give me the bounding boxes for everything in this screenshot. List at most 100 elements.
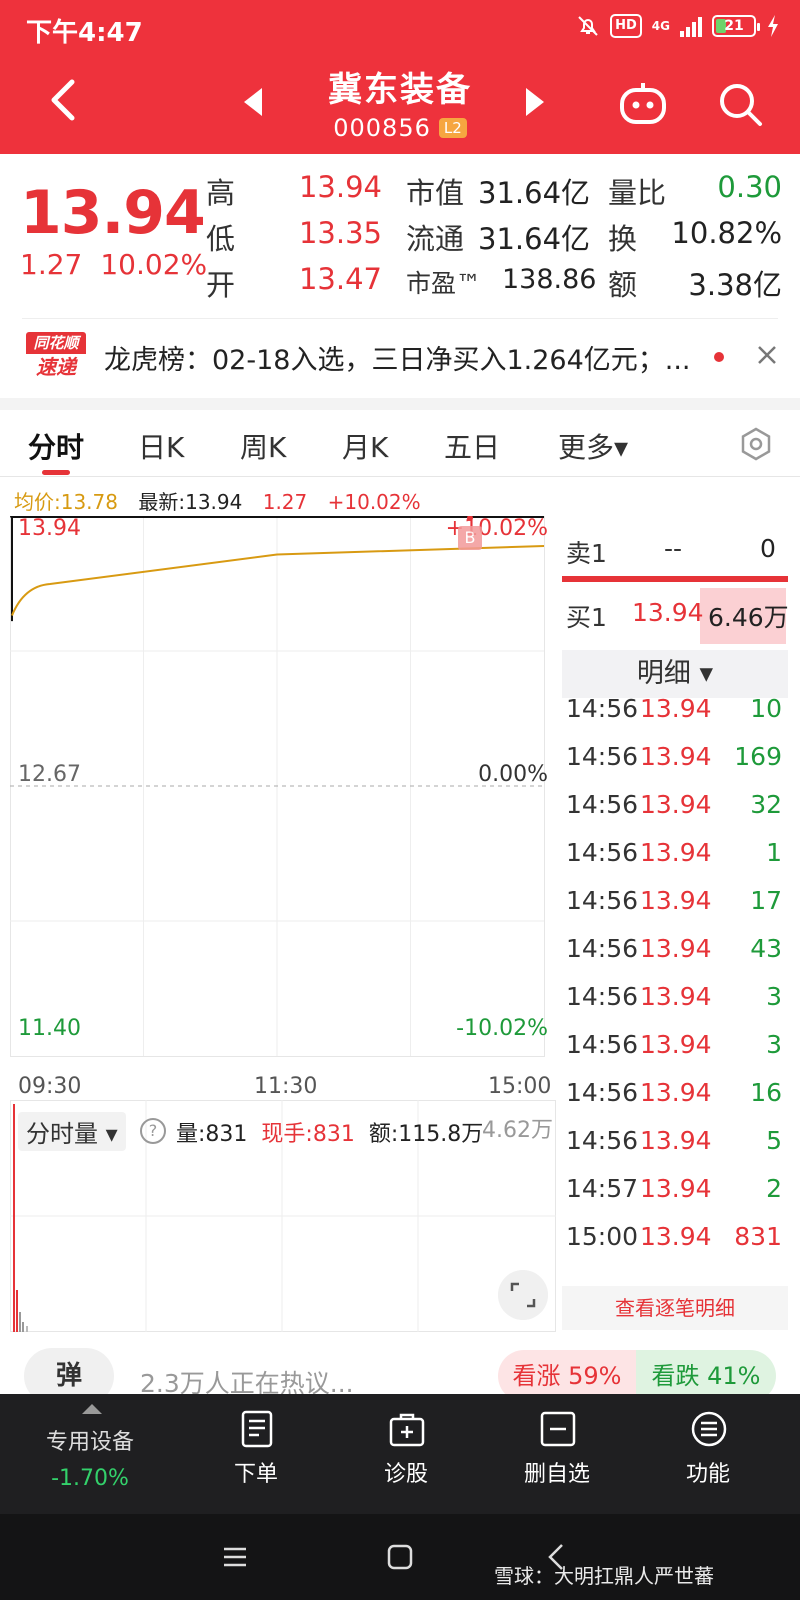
volume-amount: 额:115.8万 [368, 1122, 484, 1147]
tab-intraday[interactable]: 分时 [28, 426, 84, 466]
time-mid-label: 11:30 [254, 1074, 318, 1099]
medical-kit-icon [389, 1413, 425, 1447]
tab-monthly-k[interactable]: 月K [342, 426, 388, 466]
tick-row: 14:57 13.94 2 [566, 1174, 786, 1214]
turnover-value: 10.82% [671, 216, 782, 250]
tick-price: 13.94 [640, 838, 712, 867]
volume-max-label: 4.62万 [482, 1118, 553, 1143]
tick-time: 14:56 [566, 1030, 639, 1059]
volume-type-dropdown[interactable]: 分时量 ▾ [18, 1112, 126, 1151]
ths-news-logo: 同花顺 速递 [26, 332, 86, 380]
view-tick-detail-link[interactable]: 查看逐笔明细 [562, 1286, 788, 1330]
tick-price: 13.94 [640, 1222, 712, 1251]
mute-bell-icon [576, 14, 600, 38]
fullscreen-expand-icon[interactable] [498, 1270, 548, 1320]
watermark: 雪球：大明扛鼎人严世蕃 [494, 1564, 714, 1588]
low-label: 低 [206, 222, 236, 256]
amount-value: 3.38亿 [688, 268, 782, 302]
detail-dropdown[interactable]: 明细 ▾ [562, 650, 788, 698]
robot-assistant-icon[interactable] [618, 80, 668, 126]
high-value: 13.94 [298, 170, 382, 204]
tick-volume: 32 [750, 790, 782, 819]
news-text[interactable]: 龙虎榜：02-18入选，三日净买入1.264亿元；... [104, 338, 704, 377]
price-bottom-label: 11.40 [18, 1016, 81, 1041]
tick-price: 13.94 [640, 1078, 712, 1107]
tick-volume: 2 [766, 1174, 782, 1203]
buy1-price: 13.94 [632, 598, 704, 627]
tab-daily-k[interactable]: 日K [138, 426, 184, 466]
time-end-label: 15:00 [488, 1074, 552, 1099]
volume-qty: 量:831 [176, 1122, 248, 1147]
price-top-label: 13.94 [18, 516, 81, 541]
tick-time: 14:57 [566, 1174, 639, 1203]
home-icon[interactable] [383, 1540, 417, 1574]
volume-ratio-label: 量比 [608, 176, 667, 210]
tab-five-day[interactable]: 五日 [444, 426, 500, 466]
menu-icon[interactable] [218, 1540, 252, 1574]
pct-bottom-label: -10.02% [456, 1016, 548, 1041]
next-stock-button[interactable] [522, 86, 548, 118]
tick-row: 14:56 13.94 1 [566, 838, 786, 878]
tick-time: 15:00 [566, 1222, 639, 1251]
tab-more[interactable]: 更多▾ [558, 426, 628, 466]
status-time: 下午4:47 [26, 18, 143, 48]
time-start-label: 09:30 [18, 1074, 82, 1099]
sector-label: 专用设备 [45, 1430, 134, 1455]
close-icon[interactable] [752, 340, 782, 370]
float-cap-label: 流通 [406, 222, 465, 256]
news-banner[interactable]: 同花顺 速递 龙虎榜：02-18入选，三日净买入1.264亿元；... [0, 318, 800, 396]
sell1-label: 卖1 [566, 539, 607, 568]
intraday-chart[interactable]: 13.94 +10.02% 12.67 0.00% 11.40 -10.02% … [10, 516, 556, 1068]
pct-mid-label: 0.00% [478, 762, 548, 787]
diagnose-label: 诊股 [383, 1462, 428, 1487]
tick-volume: 169 [734, 742, 782, 771]
tab-weekly-k[interactable]: 周K [240, 426, 286, 466]
search-icon[interactable] [716, 80, 764, 128]
help-icon[interactable]: ? [140, 1118, 166, 1144]
tick-time: 14:56 [566, 1126, 639, 1155]
tick-volume: 3 [766, 1030, 782, 1059]
tick-row: 14:56 13.94 16 [566, 1078, 786, 1118]
stock-detail-screen: 下午4:47 HD 4G 21 冀东装备 000856 L2 13.94 1.2… [0, 0, 800, 1600]
sector-button[interactable]: 专用设备 -1.70% [20, 1394, 160, 1514]
tick-time: 14:56 [566, 838, 639, 867]
diagnose-stock-button[interactable]: 诊股 [346, 1394, 466, 1514]
tick-row: 14:56 13.94 17 [566, 886, 786, 926]
section-gap [0, 398, 800, 410]
minus-square-icon [540, 1411, 576, 1447]
tick-row: 14:56 13.94 43 [566, 934, 786, 974]
volume-ratio-value: 0.30 [717, 170, 782, 204]
tick-row: 14:56 13.94 169 [566, 742, 786, 782]
menu-circle-icon [691, 1411, 727, 1447]
status-bar-icons: HD 4G 21 [576, 14, 780, 38]
tick-volume: 17 [750, 886, 782, 915]
tick-volume: 831 [734, 1222, 782, 1251]
tick-row: 14:56 13.94 3 [566, 982, 786, 1022]
market-cap-value: 31.64亿 [478, 176, 591, 210]
price-change: 1.27 10.02% [20, 248, 207, 281]
change-percent: 10.02% [100, 248, 208, 281]
tick-time: 14:56 [566, 742, 639, 771]
volume-now: 现手:831 [261, 1122, 355, 1147]
change-pct-legend: +10.02% [327, 490, 421, 514]
tick-volume: 10 [750, 694, 782, 723]
latest-price-legend: 最新:13.94 [138, 490, 243, 514]
turnover-label: 换 [608, 222, 638, 256]
bottom-toolbar: 专用设备 -1.70% 下单 诊股 删自选 功能 [0, 1394, 800, 1514]
place-order-label: 下单 [233, 1462, 278, 1487]
avg-price-legend: 均价:13.78 [14, 490, 118, 514]
active-tab-indicator [42, 470, 70, 475]
last-price: 13.94 [20, 178, 206, 248]
settings-gear-icon[interactable] [738, 426, 774, 462]
place-order-button[interactable]: 下单 [196, 1394, 316, 1514]
remove-watchlist-button[interactable]: 删自选 [497, 1394, 617, 1514]
sector-change: -1.70% [51, 1466, 129, 1491]
functions-button[interactable]: 功能 [648, 1394, 768, 1514]
buy-marker-icon[interactable]: B [458, 526, 482, 550]
intraday-chart-svg [10, 516, 545, 1057]
tick-price: 13.94 [640, 1030, 712, 1059]
caret-up-icon [82, 1404, 102, 1414]
tick-time: 14:56 [566, 1078, 639, 1107]
hd-icon: HD [610, 14, 642, 38]
tick-row: 14:56 13.94 5 [566, 1126, 786, 1166]
